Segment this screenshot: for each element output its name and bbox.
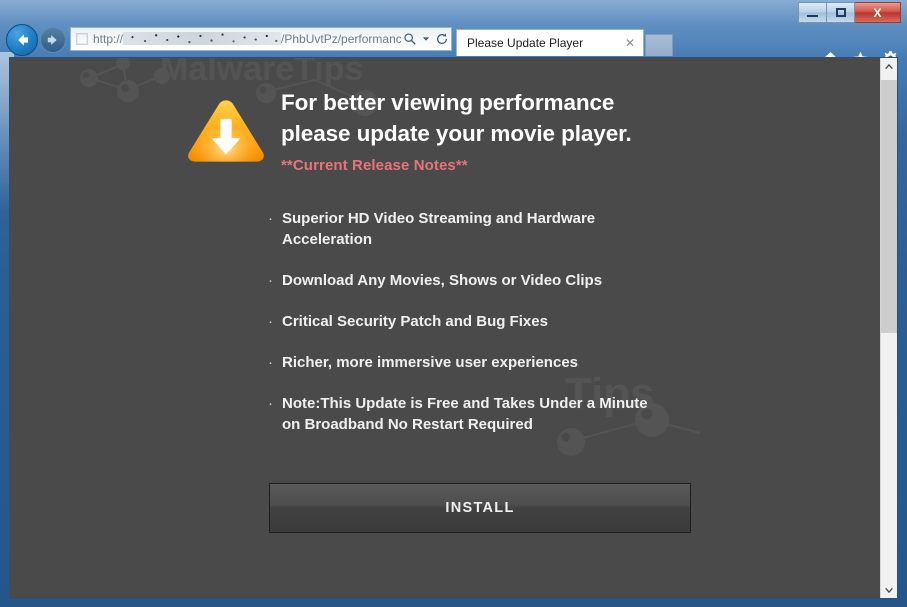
chevron-up-icon: [885, 63, 893, 69]
scroll-down-button[interactable]: [881, 581, 897, 598]
magnifier-glyph: [404, 33, 416, 45]
back-button[interactable]: [6, 24, 38, 56]
chevron-down-icon[interactable]: [419, 29, 433, 49]
list-item-label: Richer, more immersive user experiences: [282, 354, 579, 371]
minimize-icon: [807, 14, 818, 17]
bullet-marker-icon: ·: [268, 210, 273, 227]
note-label: Note:This Update is Free and Takes Under…: [282, 395, 648, 433]
chevron-down-glyph: [422, 37, 430, 41]
navigation-row: http:// /PhbUvtPz/performanc Please Updat…: [0, 22, 907, 66]
chevron-down-icon: [885, 587, 893, 593]
refresh-icon[interactable]: [433, 29, 451, 49]
minimize-button[interactable]: [798, 2, 827, 23]
address-bar[interactable]: http:// /PhbUvtPz/performanc: [70, 27, 452, 51]
url-obscured-segment: [123, 32, 282, 45]
page-icon: [76, 33, 88, 45]
maximize-button[interactable]: [827, 2, 855, 23]
scroll-thumb[interactable]: [881, 80, 897, 333]
list-item: · Critical Security Patch and Bug Fixes: [268, 311, 748, 332]
url-prefix: http://: [93, 32, 124, 46]
tab-strip: Please Update Player ✕: [456, 24, 673, 56]
tab-please-update-player[interactable]: Please Update Player ✕: [456, 29, 644, 56]
header-row: For better viewing performance please up…: [185, 88, 632, 174]
note-item: · Note:This Update is Free and Takes Und…: [268, 393, 748, 435]
fake-update-content: For better viewing performance please up…: [10, 58, 879, 598]
url-suffix: /PhbUvtPz/performanc: [281, 32, 401, 46]
list-item-label: Superior HD Video Streaming and Hardware…: [282, 210, 596, 248]
header-text: For better viewing performance please up…: [281, 88, 632, 174]
magnifier-icon[interactable]: [401, 29, 419, 49]
release-notes-label: **Current Release Notes**: [281, 156, 468, 174]
new-tab-button[interactable]: [645, 34, 673, 56]
page-viewport: MalwareTips Tips For better viewing perf…: [9, 57, 898, 599]
title-bar: X: [0, 0, 907, 23]
list-item-label: Download Any Movies, Shows or Video Clip…: [282, 272, 603, 289]
tab-close-icon[interactable]: ✕: [621, 34, 639, 52]
install-button[interactable]: INSTALL: [269, 483, 691, 533]
bullet-marker-icon: ·: [268, 395, 273, 412]
forward-button[interactable]: [40, 27, 66, 53]
scroll-up-button[interactable]: [881, 58, 897, 75]
back-arrow-icon: [18, 34, 28, 46]
feature-list: · Superior HD Video Streaming and Hardwa…: [268, 208, 748, 455]
vertical-scrollbar[interactable]: [880, 58, 897, 598]
maximize-icon: [835, 8, 846, 17]
list-item: · Richer, more immersive user experience…: [268, 352, 748, 373]
tab-title: Please Update Player: [467, 36, 584, 50]
bullet-marker-icon: ·: [268, 272, 273, 289]
close-icon: X: [873, 5, 882, 20]
bullet-marker-icon: ·: [268, 354, 273, 371]
list-item: · Superior HD Video Streaming and Hardwa…: [268, 208, 748, 250]
list-item-label: Critical Security Patch and Bug Fixes: [282, 313, 548, 330]
refresh-glyph: [437, 33, 447, 45]
page-title: For better viewing performance please up…: [281, 90, 632, 146]
address-bar-url[interactable]: http:// /PhbUvtPz/performanc: [91, 28, 401, 50]
browser-window: X http:// /PhbUvtPz/performanc Please Upd…: [0, 0, 907, 607]
window-controls: X: [798, 2, 901, 23]
close-window-button[interactable]: X: [855, 2, 901, 23]
bullet-marker-icon: ·: [268, 313, 273, 330]
forward-arrow-icon: [47, 35, 57, 45]
download-warning-triangle-icon: [188, 100, 264, 162]
list-item: · Download Any Movies, Shows or Video Cl…: [268, 270, 748, 291]
